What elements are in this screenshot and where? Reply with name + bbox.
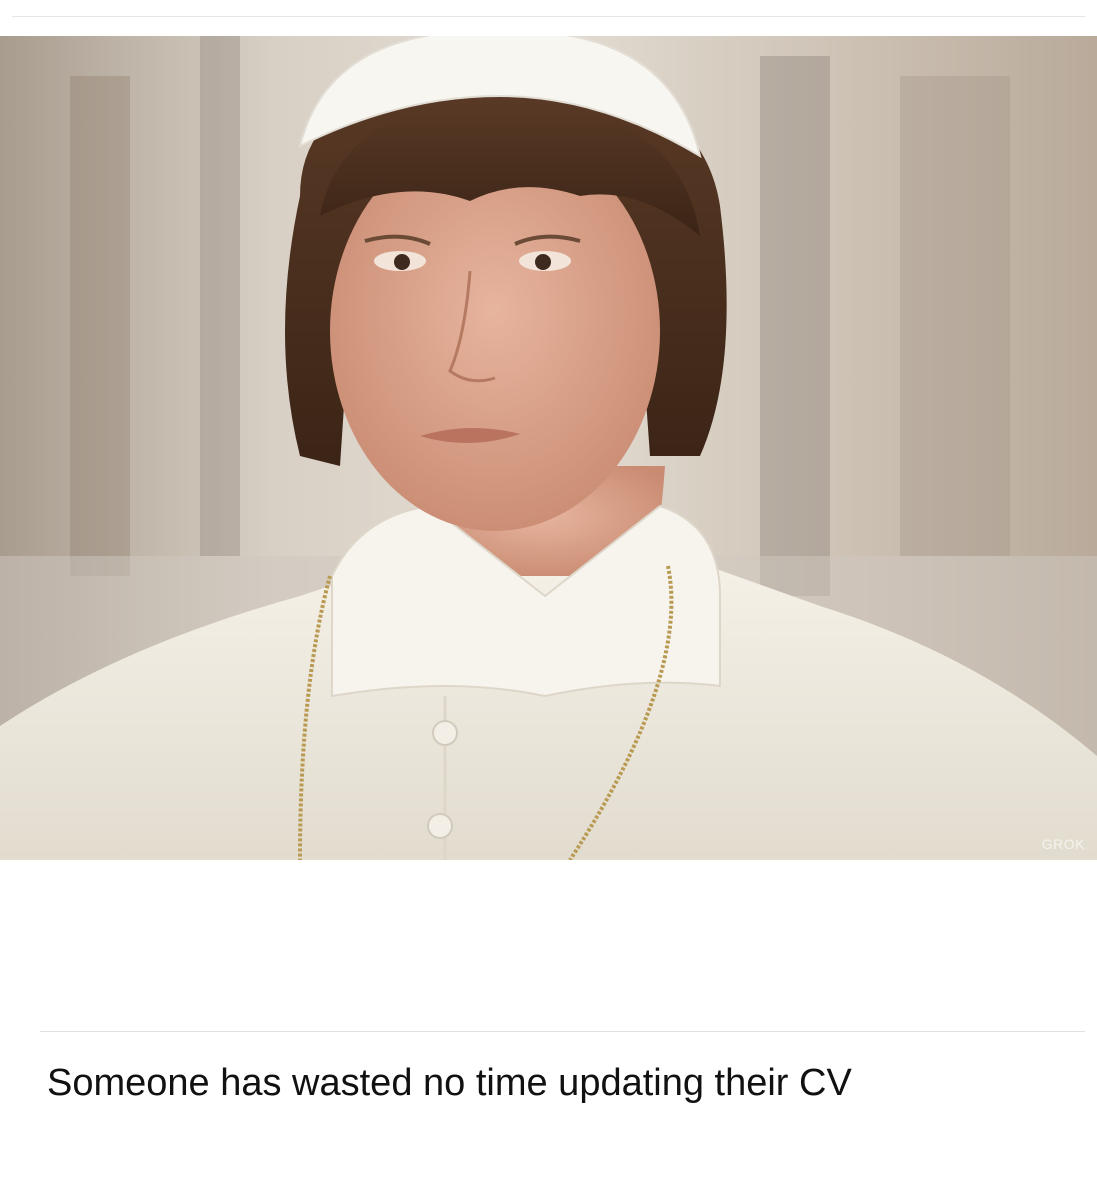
caption-divider: [40, 1031, 1085, 1032]
watermark-text: GROK: [1041, 836, 1085, 852]
portrait-illustration: [0, 36, 1097, 860]
top-divider: [12, 16, 1085, 17]
post-caption: Someone has wasted no time updating thei…: [47, 1062, 852, 1104]
post-photo[interactable]: GROK: [0, 36, 1097, 860]
